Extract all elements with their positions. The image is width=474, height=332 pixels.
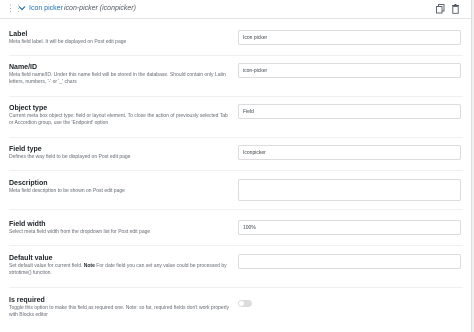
- divider: [9, 170, 463, 171]
- field-width-heading: Field width: [9, 221, 46, 228]
- field-width-description: Select meta field width from the dropdow…: [9, 229, 151, 235]
- is-required-heading: Is required: [9, 297, 45, 304]
- object-type-select[interactable]: Field: [238, 104, 461, 119]
- divider: [9, 137, 463, 138]
- row-description: Description Meta field description to be…: [9, 179, 463, 203]
- field-type-heading: Field type: [9, 146, 42, 153]
- row-field-type: Field type Defines the way field to be d…: [9, 145, 463, 165]
- default-value-note: Note: [83, 263, 95, 269]
- label-input[interactable]: Icon picker: [238, 30, 461, 45]
- default-value-heading: Default value: [9, 255, 53, 262]
- is-required-toggle[interactable]: [238, 300, 252, 307]
- divider: [9, 245, 463, 246]
- field-type-description: Defines the way field to be displayed on…: [9, 154, 131, 160]
- chevron-down-icon[interactable]: [18, 4, 26, 12]
- copy-icon[interactable]: [436, 4, 445, 14]
- is-required-description: Toggle this option to make this field as…: [9, 305, 229, 318]
- label-heading: Label: [9, 31, 28, 38]
- divider: [9, 287, 463, 288]
- meta-field-panel: ⋮⋮ Icon picker icon-picker (iconpicker) …: [0, 0, 472, 332]
- field-type-select[interactable]: Iconpicker: [238, 145, 461, 160]
- default-value-desc-text: Set default value for current field.: [9, 263, 83, 269]
- default-value-input[interactable]: [238, 254, 461, 269]
- row-is-required: Is required Toggle this option to make t…: [9, 296, 463, 324]
- description-heading: Description: [9, 180, 48, 187]
- divider: [9, 55, 463, 56]
- trash-icon[interactable]: [451, 4, 460, 14]
- field-width-select[interactable]: 100%: [238, 220, 461, 235]
- field-slug: icon-picker (iconpicker): [64, 5, 136, 12]
- description-textarea[interactable]: [238, 179, 461, 201]
- description-description: Meta field description to be shown on Po…: [9, 188, 125, 194]
- field-title[interactable]: Icon picker: [29, 4, 63, 13]
- field-header[interactable]: ⋮⋮ Icon picker icon-picker (iconpicker): [0, 0, 472, 19]
- row-label: Label Meta field label. It will be displ…: [9, 30, 463, 50]
- default-value-description: Set default value for current field. Not…: [9, 263, 229, 277]
- divider: [9, 96, 463, 97]
- object-type-description: Current meta box object type: field or l…: [9, 113, 228, 126]
- object-type-heading: Object type: [9, 105, 48, 112]
- name-id-description: Meta field name/ID. Under this name fiel…: [9, 72, 226, 85]
- row-default-value: Default value Set default value for curr…: [9, 254, 463, 282]
- drag-handle-icon[interactable]: ⋮⋮: [6, 4, 23, 13]
- row-object-type: Object type Current meta box object type…: [9, 104, 463, 132]
- divider: [9, 209, 463, 210]
- row-name-id: Name/ID Meta field name/ID. Under this n…: [9, 63, 463, 91]
- toggle-knob: [239, 301, 244, 306]
- label-description: Meta field label. It will be displayed o…: [9, 39, 127, 45]
- name-id-heading: Name/ID: [9, 64, 38, 71]
- row-field-width: Field width Select meta field width from…: [9, 220, 463, 240]
- name-id-input[interactable]: icon-picker: [238, 63, 461, 78]
